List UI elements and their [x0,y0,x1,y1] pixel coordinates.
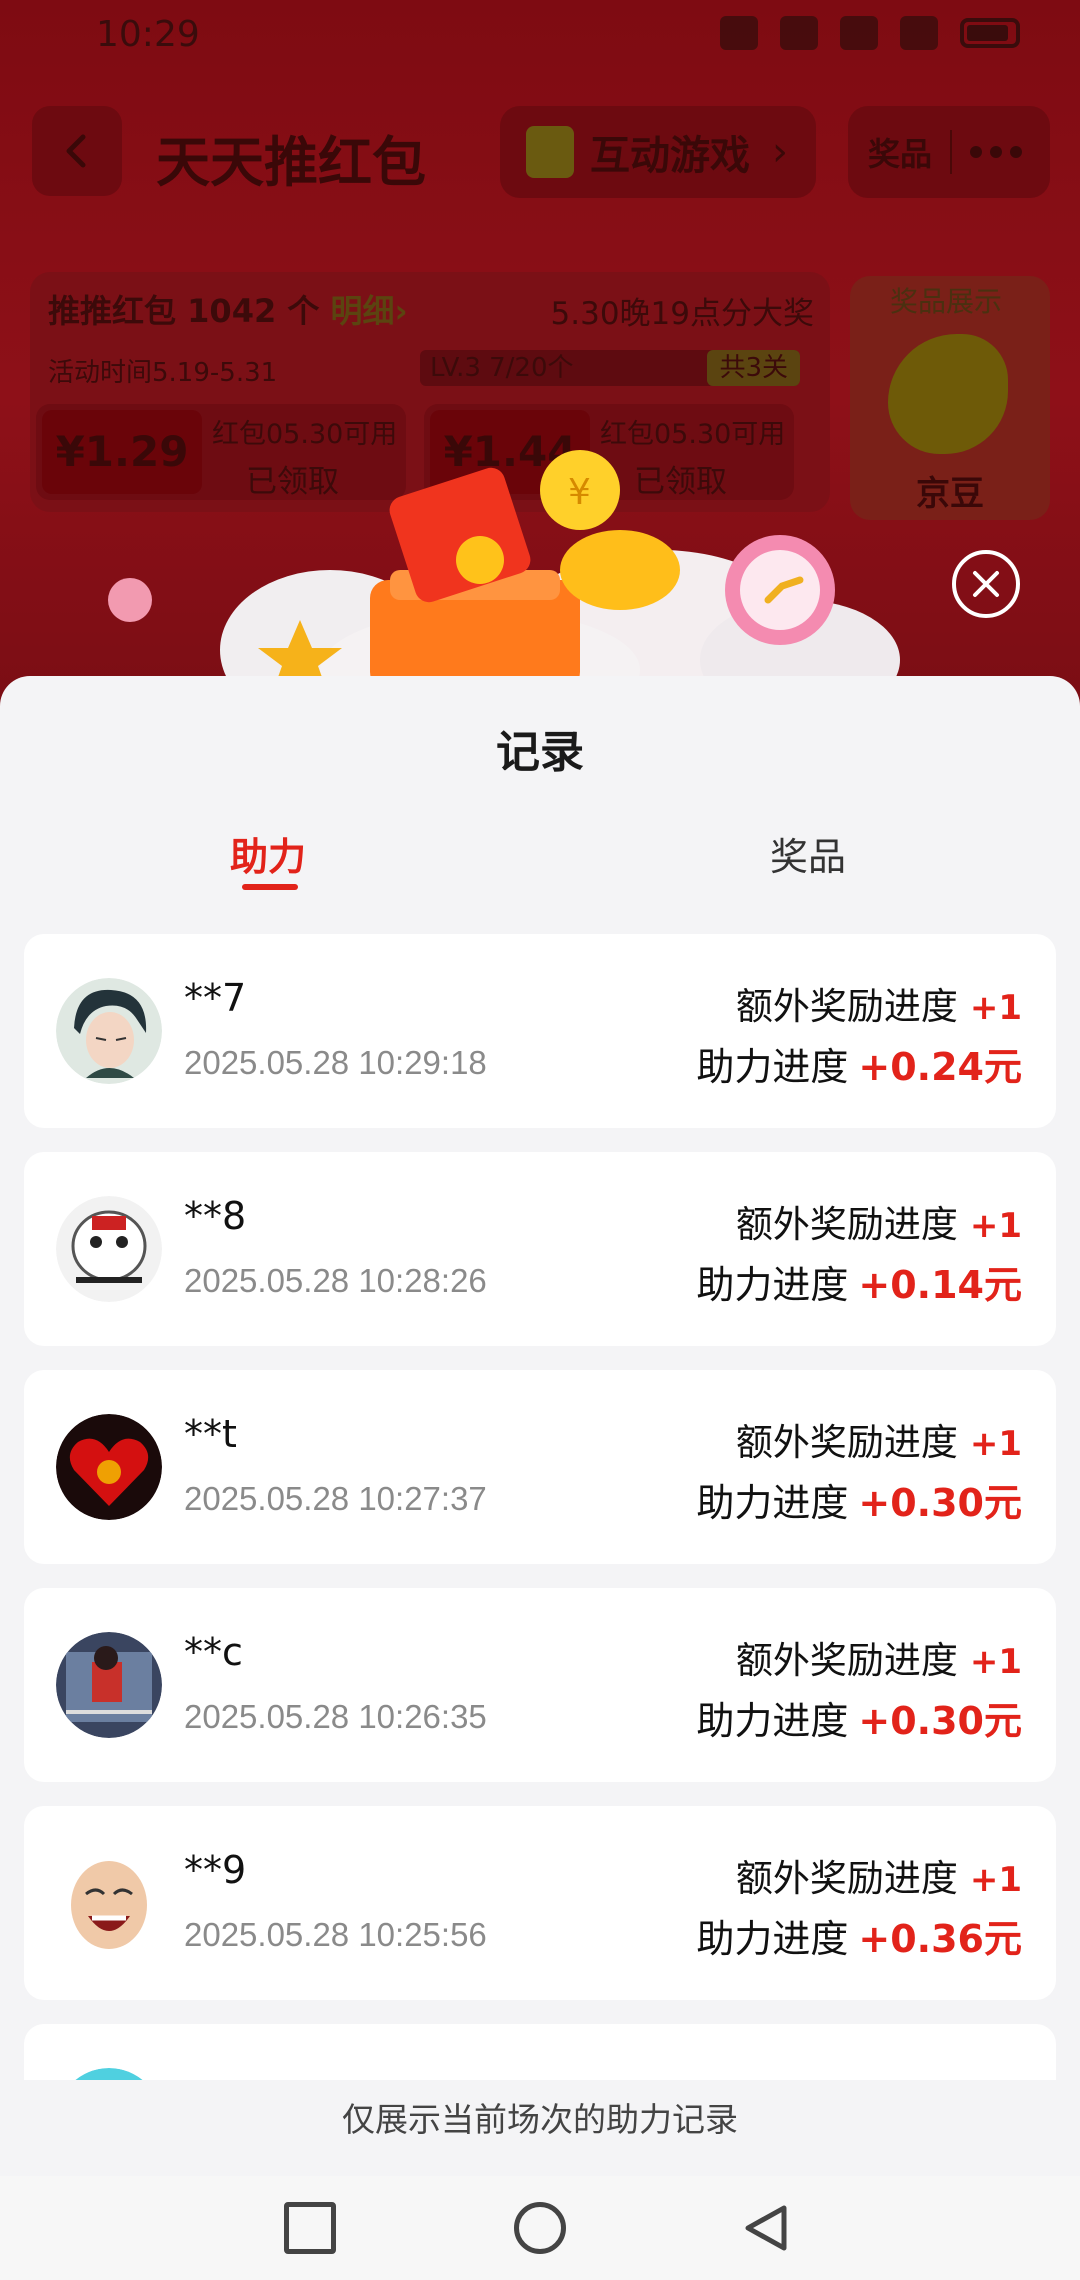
status-bar: 10:29 [0,0,1080,72]
battery-icon [960,18,1020,48]
chevron-right-icon: › [772,129,788,175]
back-button[interactable] [32,106,122,196]
record-name: **t [184,1412,237,1456]
prize-menu: 奖品 [848,106,1050,198]
announcement: 5.30晚19点分大奖 [550,296,814,332]
game-icon [526,126,574,178]
record-list[interactable]: **7 2025.05.28 10:29:18 额外奖励进度 +1 助力进度 +0.… [24,934,1056,2084]
record-time: 2025.05.28 10:28:26 [184,1262,487,1299]
extra-reward-progress: 额外奖励进度 +1 [735,985,1022,1028]
extra-reward-progress: 额外奖励进度 +1 [735,1639,1022,1682]
prize-button[interactable]: 奖品 [868,129,932,175]
record-time: 2025.05.28 10:26:35 [184,1698,487,1735]
signal-icon [900,16,938,50]
level-tag: 共3关 [707,350,800,386]
recent-apps-button[interactable] [284,2202,336,2254]
close-button[interactable] [952,550,1020,618]
sheet-title: 记录 [496,727,584,778]
red-packet-illustration: ¥ [100,420,1000,730]
system-nav-bar [0,2176,1080,2280]
record-name: **c [184,1630,243,1674]
record-name: **7 [184,976,247,1020]
avatar [56,1632,162,1738]
extra-reward-progress: 额外奖励进度 +1 [735,1857,1022,1900]
help-progress: 助力进度 +0.36元 [696,1917,1022,1961]
status-time: 10:29 [96,14,200,55]
footer-note: 仅展示当前场次的助力记录 [0,2080,1080,2176]
avatar [56,1414,162,1520]
wifi-icon [840,16,878,50]
help-progress: 助力进度 +0.30元 [696,1699,1022,1743]
tab-help[interactable]: 助力 [230,826,306,881]
status-icons [720,16,1020,50]
gift-box-illustration: ¥ [108,450,900,730]
top-bar: 天天推红包 互动游戏 › 奖品 [0,100,1080,206]
network-icon [780,16,818,50]
interactive-game-button[interactable]: 互动游戏 › [500,106,816,198]
svg-text:¥: ¥ [568,472,591,513]
red-packet-count: 推推红包 1042 个 明细› [48,292,408,330]
avatar [56,1196,162,1302]
help-progress: 助力进度 +0.24元 [696,1045,1022,1089]
chevron-left-icon [66,134,86,168]
triangle-back-icon [745,2205,787,2251]
home-button[interactable] [514,2202,566,2254]
alarm-icon [720,16,758,50]
activity-period: 活动时间5.19-5.31 [48,358,278,388]
record-item: **7 2025.05.28 10:29:18 额外奖励进度 +1 助力进度 +0.… [24,934,1056,1128]
tab-prize[interactable]: 奖品 [770,826,846,881]
page-title: 天天推红包 [156,131,426,194]
extra-reward-progress: 额外奖励进度 +1 [735,1203,1022,1246]
close-icon [973,571,999,597]
record-tabs: 助力 奖品 [0,826,1080,906]
game-label: 互动游戏 [590,133,750,179]
record-name: **9 [184,1848,247,1892]
record-time: 2025.05.28 10:29:18 [184,1044,487,1081]
record-item: **8 2025.05.28 10:28:26 额外奖励进度 +1 助力进度 +0.… [24,1152,1056,1346]
avatar [56,1850,162,1956]
record-sheet: 记录 助力 奖品 **7 2025.05.28 10:29:18 额外奖励进度 +… [0,676,1080,2176]
record-time: 2025.05.28 10:27:37 [184,1480,487,1517]
record-item: **c 2025.05.28 10:26:35 额外奖励进度 +1 助力进度 +0.… [24,1588,1056,1782]
record-time: 2025.05.28 10:25:56 [184,1916,487,1953]
record-item: **t 2025.05.28 10:27:37 额外奖励进度 +1 助力进度 +0.… [24,1370,1056,1564]
help-progress: 助力进度 +0.14元 [696,1263,1022,1307]
record-name: **8 [184,1194,247,1238]
record-item: **9 2025.05.28 10:25:56 额外奖励进度 +1 助力进度 +0.… [24,1806,1056,2000]
more-icon[interactable] [970,146,1023,158]
active-tab-indicator [242,884,298,890]
detail-link[interactable]: 明细 [331,292,395,330]
avatar [56,978,162,1084]
system-back-button[interactable] [740,2202,792,2254]
extra-reward-progress: 额外奖励进度 +1 [735,1421,1022,1464]
divider [950,130,953,174]
prize-show-title: 奖品展示 [890,285,1003,318]
help-progress: 助力进度 +0.30元 [696,1481,1022,1525]
record-item-partial [24,2024,1056,2084]
level-progress: LV.3 7/20个 共3关 [420,350,800,386]
